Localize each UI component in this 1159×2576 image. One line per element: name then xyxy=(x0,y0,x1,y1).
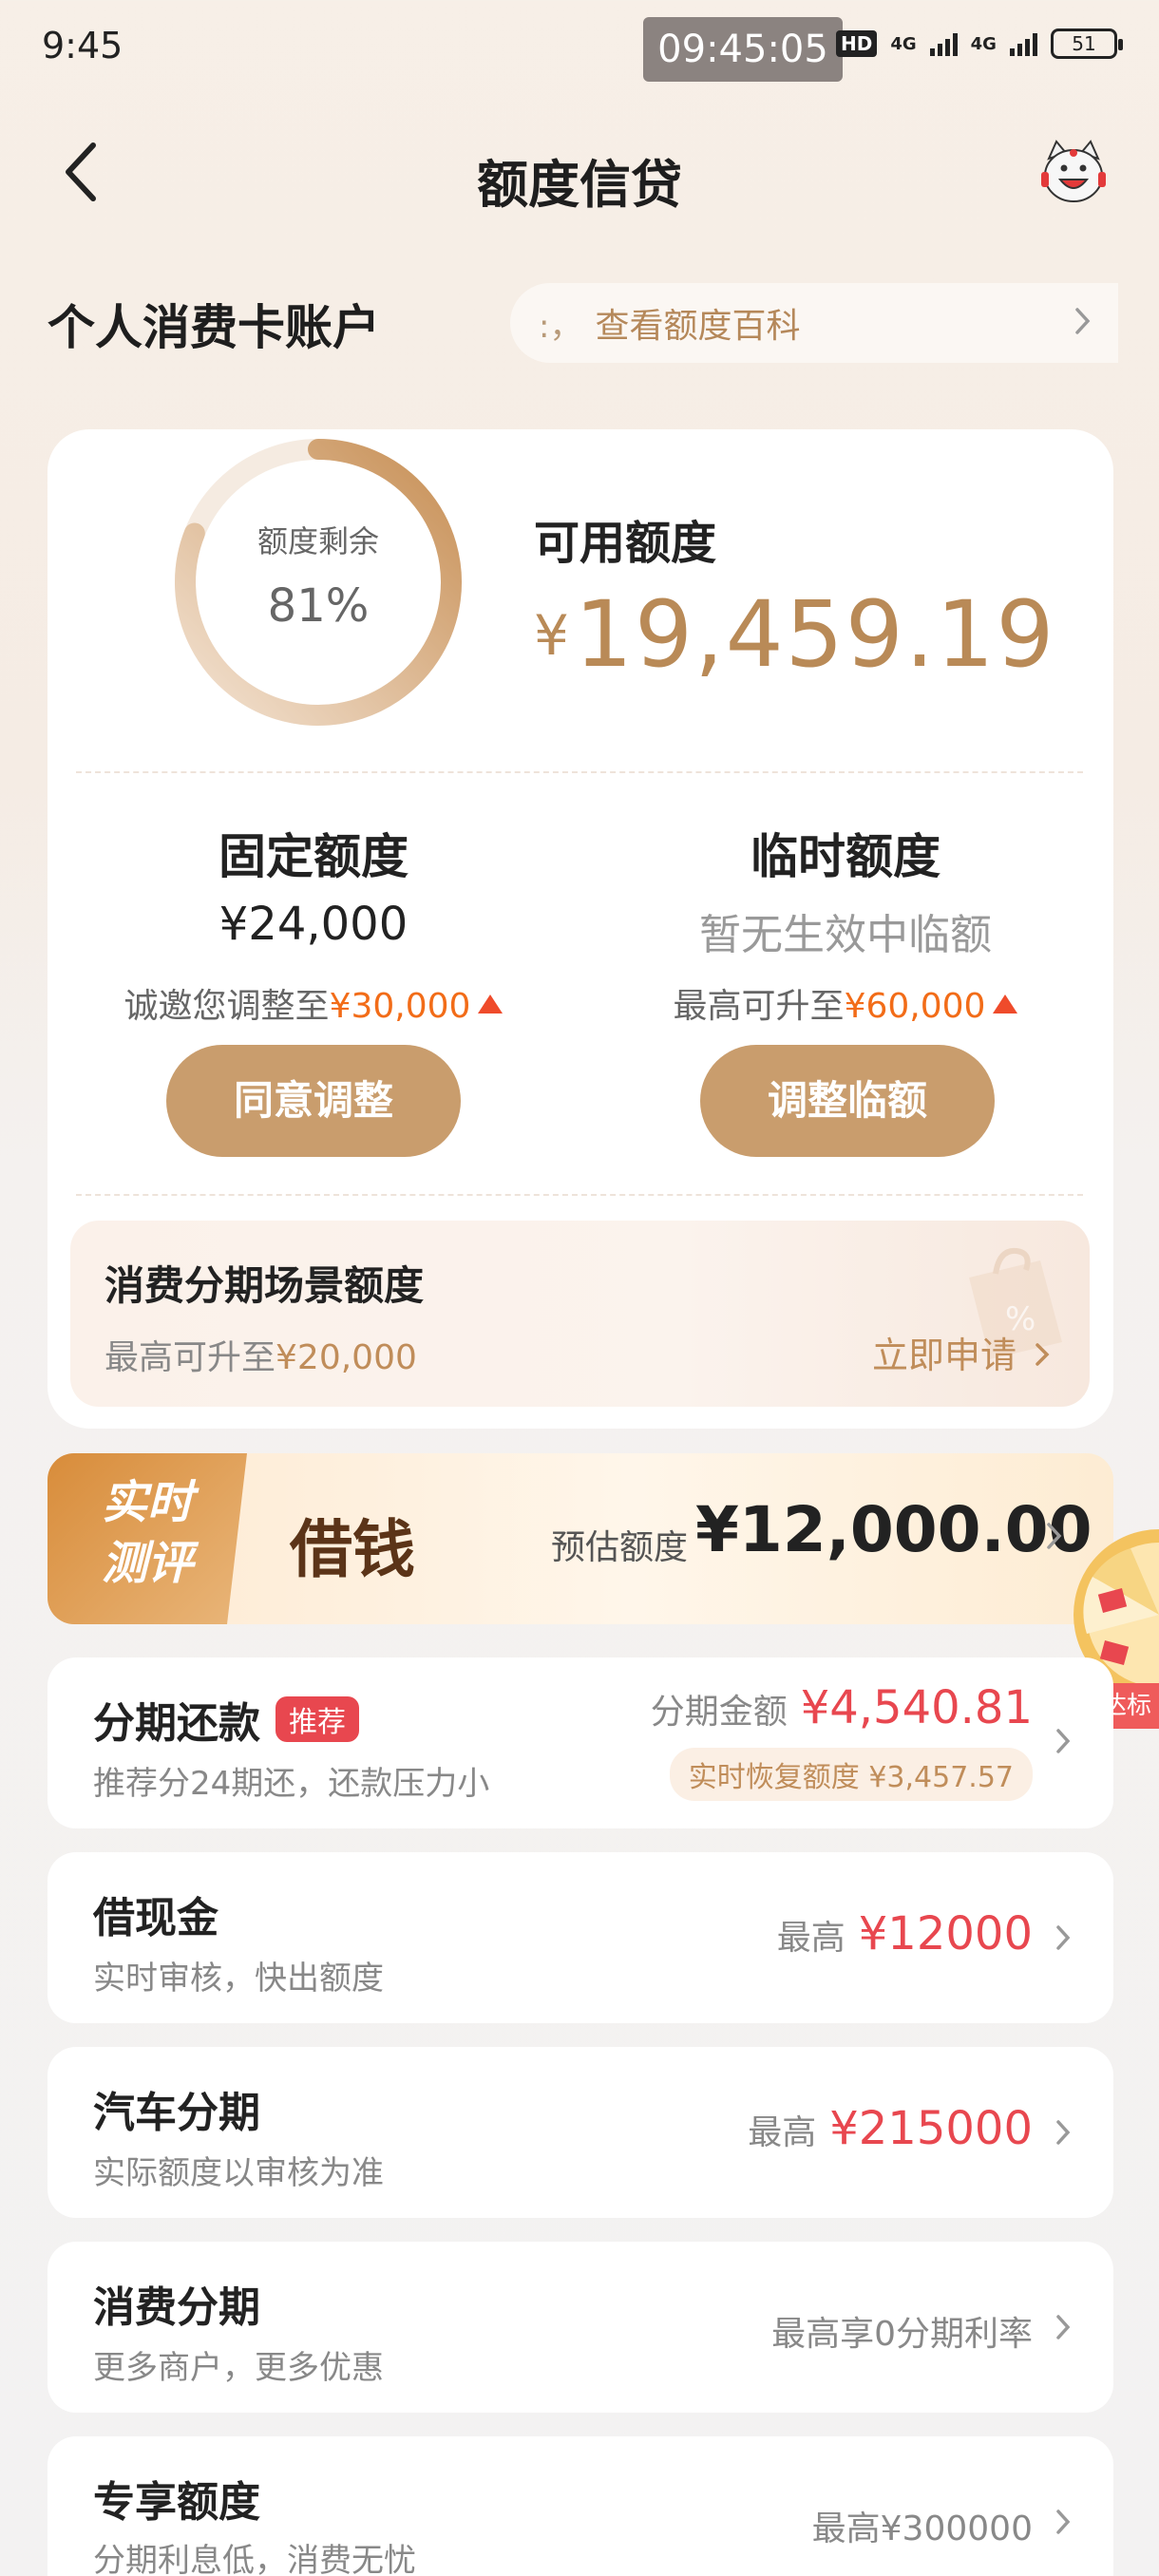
estimated-limit-label: 预估额度 xyxy=(551,1528,689,1567)
battery-icon: 51 xyxy=(1050,28,1123,59)
status-time: 9:45 xyxy=(42,25,124,66)
temp-note-prefix: 最高可升至 xyxy=(673,987,845,1026)
scene-sub-value: ¥20,000 xyxy=(276,1338,417,1377)
item-title: 汽车分期 xyxy=(93,2089,260,2137)
item-title: 消费分期 xyxy=(93,2283,260,2332)
item-subtitle: 推荐分24期还，还款压力小 xyxy=(93,1765,490,1803)
chevron-right-icon xyxy=(1056,2510,1071,2534)
item-right-text: 最高享0分期利率 xyxy=(771,2315,1033,2354)
currency-symbol: ¥ xyxy=(534,603,569,668)
apply-now-label: 立即申请 xyxy=(872,1335,1017,1376)
credit-encyclopedia-link[interactable]: :， 查看额度百科 xyxy=(510,283,1118,363)
available-amount-value: 19,459.19 xyxy=(574,581,1056,688)
item-right-text: 最高¥300000 xyxy=(811,2510,1033,2548)
up-arrow-icon xyxy=(478,994,504,1013)
recommended-badge: 推荐 xyxy=(276,1696,359,1742)
item-amount-value: ¥215000 xyxy=(829,2102,1033,2155)
item-title: 借现金 xyxy=(93,1894,218,1942)
item-amount-value: ¥4,540.81 xyxy=(800,1681,1033,1734)
customer-service-mascot-icon[interactable] xyxy=(1036,138,1112,214)
temporary-credit-status: 暂无生效中临额 xyxy=(699,911,992,959)
item-amount-label: 最高 xyxy=(776,1919,846,1958)
item-subtitle: 分期利息低，消费无忧 xyxy=(93,2542,416,2576)
fixed-credit-note: 诚邀您调整至¥30,000 xyxy=(76,978,551,1028)
link-label: 查看额度百科 xyxy=(595,307,801,346)
fixed-note-value: ¥30,000 xyxy=(329,987,471,1026)
link-prefix: :， xyxy=(539,307,582,346)
item-title: 专享额度 xyxy=(93,2478,260,2527)
item-title-row: 分期还款 推荐 xyxy=(93,1689,359,1750)
account-title: 个人消费卡账户 xyxy=(48,300,380,355)
item-title: 分期还款 xyxy=(93,1699,260,1748)
agree-adjust-button[interactable]: 同意调整 xyxy=(166,1045,461,1157)
item-amount-label: 分期金额 xyxy=(650,1693,788,1732)
realtime-restore-tag: 实时恢复额度 ¥3,457.57 xyxy=(669,1748,1033,1801)
badge-line-1: 实时 xyxy=(101,1476,193,1529)
chevron-right-icon xyxy=(1047,1523,1062,1549)
fixed-credit-title: 固定额度 xyxy=(218,829,408,884)
item-amount: 最高 ¥215000 xyxy=(748,2102,1033,2155)
hd-icon: HD xyxy=(836,30,878,57)
temporary-credit-note: 最高可升至¥60,000 xyxy=(608,978,1083,1028)
time-overlay: 09:45:05 xyxy=(643,17,843,82)
chevron-right-icon xyxy=(1056,1925,1071,1950)
divider xyxy=(76,771,1083,773)
item-amount-value: ¥12000 xyxy=(858,1907,1033,1960)
banner-title: 借钱 xyxy=(290,1512,415,1586)
available-credit-amount: ¥19,459.19 xyxy=(534,581,1055,688)
estimated-limit-value: ¥12,000.00 xyxy=(695,1493,1092,1566)
scene-subtitle: 最高可升至¥20,000 xyxy=(104,1330,417,1379)
badge-text: 实时 测评 xyxy=(76,1472,218,1594)
page-title: 额度信贷 xyxy=(477,155,682,215)
gauge-value: 81% xyxy=(267,579,370,633)
badge-line-2: 测评 xyxy=(101,1537,193,1590)
chevron-right-icon xyxy=(1036,1343,1050,1366)
available-credit-label: 可用额度 xyxy=(534,517,717,570)
item-amount: 最高 ¥12000 xyxy=(777,1907,1033,1960)
item-amount: 分期金额 ¥4,540.81 xyxy=(651,1681,1033,1734)
status-icons: HD 4G 4G 51 xyxy=(836,28,1123,59)
network-label-2: 4G xyxy=(970,33,997,54)
item-amount-label: 最高 xyxy=(748,2113,817,2152)
item-subtitle: 实时审核，快出额度 xyxy=(93,1960,384,1998)
scene-sub-prefix: 最高可升至 xyxy=(104,1338,276,1377)
gauge-label: 额度剩余 xyxy=(256,523,379,559)
up-arrow-icon xyxy=(993,994,1018,1013)
chevron-right-icon xyxy=(1056,1729,1071,1753)
signal-icon xyxy=(929,31,958,56)
chevron-right-icon xyxy=(1075,308,1091,334)
temporary-credit-title: 临时额度 xyxy=(750,829,940,884)
scene-title: 消费分期场景额度 xyxy=(104,1262,425,1309)
fixed-note-prefix: 诚邀您调整至 xyxy=(124,987,330,1026)
fixed-credit-amount: ¥24,000 xyxy=(218,898,408,951)
network-label-1: 4G xyxy=(890,33,917,54)
chevron-right-icon xyxy=(1056,2120,1071,2145)
chevron-right-icon xyxy=(1056,2315,1071,2339)
signal-icon-2 xyxy=(1009,31,1037,56)
item-subtitle: 实际额度以审核为准 xyxy=(93,2154,384,2192)
apply-now-link[interactable]: 立即申请 xyxy=(872,1326,1051,1378)
temp-note-value: ¥60,000 xyxy=(844,987,986,1026)
adjust-temporary-button[interactable]: 调整临额 xyxy=(700,1045,995,1157)
divider xyxy=(76,1194,1083,1196)
item-subtitle: 更多商户，更多优惠 xyxy=(93,2349,384,2387)
